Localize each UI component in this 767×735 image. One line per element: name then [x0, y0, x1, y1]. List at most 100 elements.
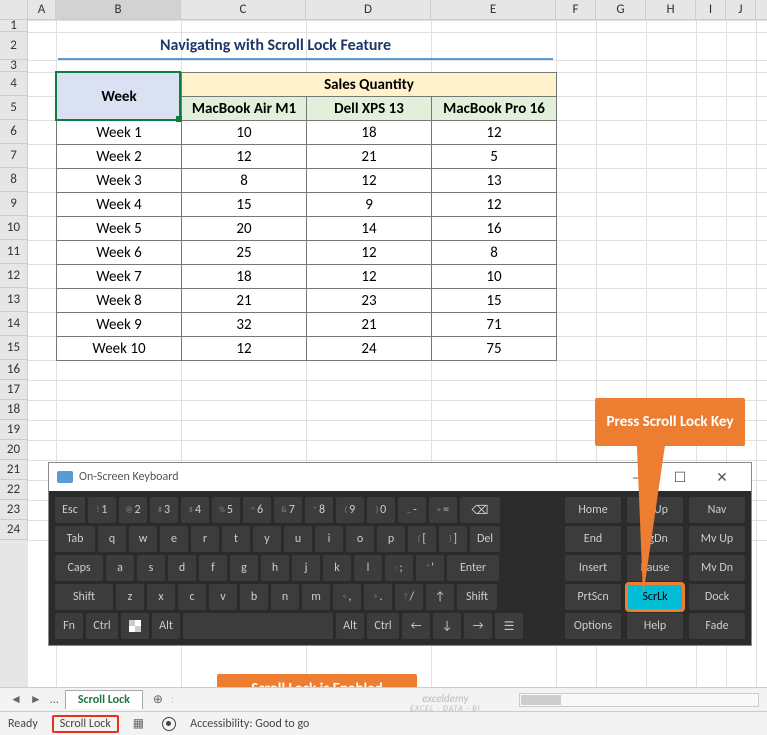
key-b[interactable]: b — [240, 584, 268, 610]
key-tab[interactable]: Tab — [55, 526, 95, 552]
key-shift[interactable]: Shift — [55, 584, 113, 610]
key-v[interactable]: v — [209, 584, 237, 610]
key-[interactable]: !1 — [88, 497, 116, 523]
key-[interactable]: (9 — [336, 497, 364, 523]
key-prtscn[interactable]: PrtScn — [565, 584, 621, 610]
row-header-19[interactable]: 19 — [0, 420, 28, 440]
row-header-12[interactable]: 12 — [0, 264, 28, 288]
key-e[interactable]: e — [160, 526, 188, 552]
row-header-18[interactable]: 18 — [0, 400, 28, 420]
key-del[interactable]: Del — [470, 526, 500, 552]
key-f[interactable]: f — [199, 555, 227, 581]
row-header-11[interactable]: 11 — [0, 240, 28, 264]
key-[interactable]: ?/ — [395, 584, 423, 610]
col-header-E[interactable]: E — [431, 0, 556, 19]
key-n[interactable]: n — [271, 584, 299, 610]
key-[interactable]: $4 — [181, 497, 209, 523]
col-header-B[interactable]: B — [56, 0, 181, 19]
key-u[interactable]: u — [284, 526, 312, 552]
key-[interactable]: ⌫ — [460, 497, 500, 523]
row-header-22[interactable]: 22 — [0, 480, 28, 500]
key-end[interactable]: End — [565, 526, 621, 552]
row-header-9[interactable]: 9 — [0, 192, 28, 216]
key-q[interactable]: q — [98, 526, 126, 552]
key-[interactable]: → — [464, 613, 492, 639]
row-header-13[interactable]: 13 — [0, 288, 28, 312]
tab-nav-prev[interactable]: ◄ — [6, 692, 26, 707]
row-header-24[interactable]: 24 — [0, 520, 28, 540]
key-p[interactable]: p — [377, 526, 405, 552]
key-k[interactable]: k — [323, 555, 351, 581]
row-header-23[interactable]: 23 — [0, 500, 28, 520]
row-header-4[interactable]: 4 — [0, 72, 28, 96]
row-header-6[interactable]: 6 — [0, 120, 28, 144]
key-mvup[interactable]: Mv Up — [689, 526, 745, 552]
key-[interactable]: :; — [385, 555, 413, 581]
key-r[interactable]: r — [191, 526, 219, 552]
key-[interactable]: &7 — [274, 497, 302, 523]
key-mvdn[interactable]: Mv Dn — [689, 555, 745, 581]
key-g[interactable]: g — [230, 555, 258, 581]
row-header-17[interactable]: 17 — [0, 380, 28, 400]
key-x[interactable]: x — [147, 584, 175, 610]
row-header-20[interactable]: 20 — [0, 440, 28, 460]
add-sheet-button[interactable]: ⊕ — [145, 692, 171, 707]
row-header-2[interactable]: 2 — [0, 32, 28, 60]
col-header-G[interactable]: G — [596, 0, 646, 19]
key-[interactable]: ↓ — [433, 613, 461, 639]
key-j[interactable]: j — [292, 555, 320, 581]
key-[interactable]: {[ — [408, 526, 436, 552]
key-a[interactable]: a — [106, 555, 134, 581]
key-shift[interactable]: Shift — [457, 584, 497, 610]
row-header-10[interactable]: 10 — [0, 216, 28, 240]
key-[interactable]: )0 — [367, 497, 395, 523]
col-header-C[interactable]: C — [181, 0, 306, 19]
key-options[interactable]: Options — [565, 613, 621, 639]
key-alt[interactable]: Alt — [336, 613, 364, 639]
key-d[interactable]: d — [168, 555, 196, 581]
key-insert[interactable]: Insert — [565, 555, 621, 581]
col-header-I[interactable]: I — [696, 0, 726, 19]
close-button[interactable]: ✕ — [701, 469, 743, 486]
key-[interactable]: <, — [333, 584, 361, 610]
col-header-D[interactable]: D — [306, 0, 431, 19]
key-alt[interactable]: Alt — [152, 613, 180, 639]
row-header-8[interactable]: 8 — [0, 168, 28, 192]
key-i[interactable]: i — [315, 526, 343, 552]
row-header-3[interactable]: 3 — [0, 60, 28, 72]
key-h[interactable]: h — [261, 555, 289, 581]
key-[interactable]: >. — [364, 584, 392, 610]
key-help[interactable]: Help — [627, 613, 683, 639]
select-all-corner[interactable] — [0, 0, 28, 19]
row-header-5[interactable]: 5 — [0, 96, 28, 120]
key-home[interactable]: Home — [565, 497, 621, 523]
key-w[interactable]: w — [129, 526, 157, 552]
key-y[interactable]: y — [253, 526, 281, 552]
key-nav[interactable]: Nav — [689, 497, 745, 523]
key-esc[interactable]: Esc — [55, 497, 85, 523]
key-c[interactable]: c — [178, 584, 206, 610]
key-o[interactable]: o — [346, 526, 374, 552]
key-m[interactable]: m — [302, 584, 330, 610]
key-caps[interactable]: Caps — [55, 555, 103, 581]
row-header-21[interactable]: 21 — [0, 460, 28, 480]
key-s[interactable]: s — [137, 555, 165, 581]
row-header-14[interactable]: 14 — [0, 312, 28, 336]
col-header-H[interactable]: H — [646, 0, 696, 19]
key-[interactable]: ↑ — [426, 584, 454, 610]
row-header-7[interactable]: 7 — [0, 144, 28, 168]
key-[interactable]: _- — [398, 497, 426, 523]
key-[interactable]: %5 — [212, 497, 240, 523]
key-ctrl[interactable]: Ctrl — [367, 613, 399, 639]
key-[interactable]: ← — [402, 613, 430, 639]
key-[interactable]: @2 — [119, 497, 147, 523]
key-l[interactable]: l — [354, 555, 382, 581]
row-header-15[interactable]: 15 — [0, 336, 28, 360]
key-[interactable]: ^6 — [243, 497, 271, 523]
tab-nav-dots[interactable]: ... — [46, 693, 63, 707]
row-header-1[interactable]: 1 — [0, 20, 28, 32]
key-[interactable]: *8 — [305, 497, 333, 523]
col-header-J[interactable]: J — [726, 0, 756, 19]
key-z[interactable]: z — [116, 584, 144, 610]
data-table[interactable]: WeekSales QuantityMacBook Air M1Dell XPS… — [56, 72, 557, 361]
